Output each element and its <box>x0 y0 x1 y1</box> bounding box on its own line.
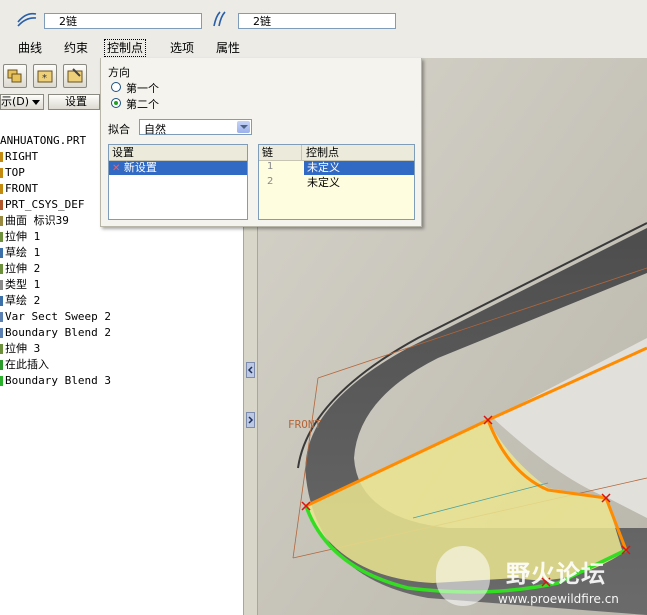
type-icon <box>0 280 3 290</box>
hammer-icon <box>67 68 83 83</box>
fit-select-value: 自然 <box>144 123 166 136</box>
settings-list[interactable]: 设置 ✕ 新设置 <box>108 144 248 220</box>
datum-plane-icon <box>0 184 3 194</box>
layers-button[interactable] <box>3 64 27 88</box>
insert-arrow-icon <box>0 360 3 370</box>
second-chain-field[interactable]: 2链 <box>238 13 396 29</box>
new-feature-button[interactable]: * <box>33 64 57 88</box>
datum-plane-icon <box>0 168 3 178</box>
new-item-icon: ✕ <box>112 163 121 174</box>
direction-first-radio[interactable] <box>111 82 121 92</box>
tree-item-part[interactable]: ANHUATONG.PRT <box>0 134 86 148</box>
chevron-right-icon <box>248 416 254 424</box>
table-row[interactable]: 2 未定义 <box>259 176 414 190</box>
row-value: 未定义 <box>307 176 340 189</box>
tree-item[interactable]: RIGHT <box>0 150 38 164</box>
surface-icon <box>0 216 3 226</box>
row-number: 2 <box>267 176 274 187</box>
chevron-left-icon <box>247 366 253 374</box>
tree-item[interactable]: PRT_CSYS_DEF <box>0 198 84 212</box>
sketch-icon <box>0 248 3 258</box>
tree-item[interactable]: Boundary Blend 2 <box>0 326 111 340</box>
row-number: 1 <box>267 161 274 172</box>
boundary-blend-icon <box>0 376 3 386</box>
collapse-left-button[interactable] <box>246 362 255 378</box>
chain-column-header: 链 <box>262 146 273 159</box>
expand-right-button[interactable] <box>246 412 255 428</box>
control-point-column-header: 控制点 <box>301 145 339 160</box>
tab-curves[interactable]: 曲线 <box>16 40 44 56</box>
tree-item[interactable]: TOP <box>0 166 25 180</box>
tab-constraints[interactable]: 约束 <box>62 40 90 56</box>
tree-item[interactable]: 拉伸 3 <box>0 342 40 356</box>
watermark-title: 野火论坛 <box>506 560 606 588</box>
tree-item[interactable]: 曲面 标识39 <box>0 214 69 228</box>
extrude-icon <box>0 264 3 274</box>
show-dropdown[interactable]: 示(D) <box>0 94 44 110</box>
tab-control-points[interactable]: 控制点 <box>104 39 147 57</box>
chevron-down-icon <box>237 121 250 133</box>
first-chain-field[interactable]: 2链 <box>44 13 202 29</box>
direction-label: 方向 <box>108 66 130 79</box>
tab-properties[interactable]: 属性 <box>214 40 242 56</box>
datum-plane-icon <box>0 152 3 162</box>
dashboard-tabs: 曲线 约束 控制点 选项 属性 <box>0 38 647 59</box>
tree-item-active[interactable]: Boundary Blend 3 <box>0 374 111 388</box>
tree-item[interactable]: 草绘 1 <box>0 246 40 260</box>
sweep-icon <box>0 312 3 322</box>
svg-text:*: * <box>42 73 47 84</box>
layers-icon <box>7 69 22 83</box>
boundary-blend-icon <box>0 328 3 338</box>
extrude-icon <box>0 344 3 354</box>
settings-list-item[interactable]: ✕ 新设置 <box>109 161 247 175</box>
table-row[interactable]: 1 未定义 <box>259 161 414 175</box>
chain-bar: 2链 2链 <box>0 0 647 38</box>
tree-item[interactable]: 拉伸 1 <box>0 230 40 244</box>
second-direction-chain-icon[interactable] <box>208 8 234 30</box>
row-value: 未定义 <box>304 161 414 175</box>
tools-button[interactable] <box>63 64 87 88</box>
fit-select[interactable]: 自然 <box>139 119 252 136</box>
first-direction-chain-icon[interactable] <box>14 8 40 30</box>
table-header: 链 控制点 <box>259 145 414 161</box>
tree-item-insert-here[interactable]: 在此插入 <box>0 358 49 372</box>
folder-star-icon: * <box>37 70 53 84</box>
csys-icon <box>0 200 3 210</box>
direction-second-radio[interactable] <box>111 98 121 108</box>
datum-label-front: FRONT <box>288 418 322 431</box>
direction-second-label[interactable]: 第二个 <box>126 96 159 112</box>
chevron-down-icon <box>32 100 40 105</box>
forum-logo-icon <box>436 546 490 606</box>
fit-label: 拟合 <box>108 123 130 136</box>
show-dropdown-label: 示(D) <box>1 95 30 108</box>
tree-item[interactable]: 草绘 2 <box>0 294 40 308</box>
control-points-panel: 方向 第一个 第二个 拟合 自然 设置 ✕ 新设置 链 控制点 1 未定义 2 … <box>100 58 422 227</box>
extrude-icon <box>0 232 3 242</box>
settings-item-label: 新设置 <box>123 161 157 174</box>
tree-item[interactable]: 类型 1 <box>0 278 40 292</box>
direction-first-label[interactable]: 第一个 <box>126 80 159 96</box>
watermark-url: www.proewildfire.cn <box>498 592 619 606</box>
tree-item[interactable]: FRONT <box>0 182 38 196</box>
settings-list-header: 设置 <box>109 145 247 161</box>
model-tree-toolbar: * <box>0 58 100 92</box>
tab-options[interactable]: 选项 <box>168 40 196 56</box>
control-points-table[interactable]: 链 控制点 1 未定义 2 未定义 <box>258 144 415 220</box>
tree-item[interactable]: 拉伸 2 <box>0 262 40 276</box>
sketch-icon <box>0 296 3 306</box>
tree-item[interactable]: Var Sect Sweep 2 <box>0 310 111 324</box>
settings-dropdown[interactable]: 设置 (G <box>48 94 100 122</box>
